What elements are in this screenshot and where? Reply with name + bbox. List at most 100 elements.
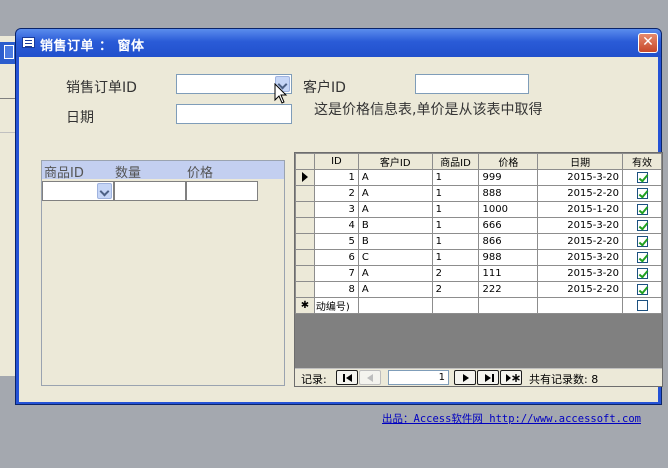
checkbox[interactable] <box>636 187 648 199</box>
cell-product[interactable]: 1 <box>431 233 480 250</box>
cell-product[interactable] <box>431 297 480 314</box>
table-row[interactable]: 2 A 1 888 2015-2-20 <box>295 185 662 202</box>
column-header-id[interactable]: ID <box>313 153 359 170</box>
cell-price[interactable]: 1000 <box>478 201 539 218</box>
cell-id[interactable]: 3 <box>313 201 359 218</box>
cell-valid[interactable] <box>622 297 662 314</box>
cell-valid[interactable] <box>622 233 662 250</box>
cell-valid[interactable] <box>622 217 662 234</box>
row-selector[interactable] <box>295 217 315 234</box>
cell-price[interactable]: 111 <box>478 265 539 282</box>
cell-product[interactable]: 1 <box>431 217 480 234</box>
checkbox[interactable] <box>636 203 648 215</box>
cell-id[interactable]: 4 <box>313 217 359 234</box>
last-record-button[interactable] <box>477 370 499 385</box>
row-selector[interactable]: ✱ <box>295 297 315 314</box>
detail-product-combobox[interactable] <box>42 181 114 201</box>
column-header-product-id[interactable]: 商品ID <box>431 153 480 170</box>
cell-customer[interactable]: A <box>357 201 433 218</box>
row-selector[interactable] <box>295 265 315 282</box>
checkbox[interactable] <box>636 267 648 279</box>
row-selector-header[interactable] <box>295 153 315 170</box>
cell-customer[interactable]: A <box>357 169 433 186</box>
cell-customer[interactable]: B <box>357 233 433 250</box>
checkbox[interactable] <box>636 251 648 263</box>
table-row[interactable]: 7 A 2 111 2015-3-20 <box>295 265 662 282</box>
checkbox[interactable] <box>636 219 648 231</box>
customer-id-field[interactable] <box>415 74 529 94</box>
table-row[interactable]: 3 A 1 1000 2015-1-20 <box>295 201 662 218</box>
cell-date[interactable]: 2015-2-20 <box>537 233 624 250</box>
cell-product[interactable]: 2 <box>431 265 480 282</box>
detail-price-field[interactable] <box>186 181 258 201</box>
checkbox[interactable] <box>636 171 648 183</box>
new-record-button[interactable] <box>500 370 522 385</box>
cell-id[interactable]: 8 <box>313 281 359 298</box>
cell-price[interactable]: 888 <box>478 185 539 202</box>
cell-id[interactable]: 1 <box>313 169 359 186</box>
checkbox[interactable] <box>636 299 648 311</box>
new-record-row[interactable]: ✱ 动编号) <box>295 297 662 314</box>
cell-id[interactable]: 5 <box>313 233 359 250</box>
cell-price[interactable]: 988 <box>478 249 539 266</box>
row-selector[interactable] <box>295 249 315 266</box>
cell-date[interactable]: 2015-3-20 <box>537 169 624 186</box>
cell-product[interactable]: 1 <box>431 185 480 202</box>
cell-product[interactable]: 1 <box>431 201 480 218</box>
close-button[interactable]: ✕ <box>638 33 658 53</box>
cell-price[interactable]: 866 <box>478 233 539 250</box>
cell-date[interactable]: 2015-1-20 <box>537 201 624 218</box>
cell-product[interactable]: 2 <box>431 281 480 298</box>
checkbox[interactable] <box>636 283 648 295</box>
cell-customer[interactable]: A <box>357 185 433 202</box>
cell-date[interactable]: 2015-3-20 <box>537 265 624 282</box>
chevron-down-icon[interactable] <box>97 183 112 199</box>
cell-date[interactable] <box>537 297 624 314</box>
cell-id[interactable]: 6 <box>313 249 359 266</box>
cell-product[interactable]: 1 <box>431 169 480 186</box>
row-selector[interactable] <box>295 281 315 298</box>
previous-record-button[interactable] <box>359 370 381 385</box>
cell-date[interactable]: 2015-3-20 <box>537 217 624 234</box>
cell-price[interactable]: 666 <box>478 217 539 234</box>
cell-valid[interactable] <box>622 169 662 186</box>
column-header-date[interactable]: 日期 <box>537 153 624 170</box>
checkbox[interactable] <box>636 235 648 247</box>
cell-date[interactable]: 2015-2-20 <box>537 281 624 298</box>
detail-quantity-field[interactable] <box>114 181 186 201</box>
first-record-button[interactable] <box>336 370 358 385</box>
date-field[interactable] <box>176 104 292 124</box>
cell-date[interactable]: 2015-3-20 <box>537 249 624 266</box>
table-row[interactable]: 4 B 1 666 2015-3-20 <box>295 217 662 234</box>
cell-date[interactable]: 2015-2-20 <box>537 185 624 202</box>
row-selector[interactable] <box>295 185 315 202</box>
cell-id[interactable]: 2 <box>313 185 359 202</box>
cell-valid[interactable] <box>622 185 662 202</box>
next-record-button[interactable] <box>454 370 476 385</box>
cell-valid[interactable] <box>622 249 662 266</box>
row-selector[interactable] <box>295 233 315 250</box>
current-record-field[interactable]: 1 <box>388 370 449 385</box>
cell-valid[interactable] <box>622 201 662 218</box>
cell-customer[interactable]: A <box>357 281 433 298</box>
table-row[interactable]: 5 B 1 866 2015-2-20 <box>295 233 662 250</box>
table-row[interactable]: 1 A 1 999 2015-3-20 <box>295 169 662 186</box>
cell-customer[interactable]: B <box>357 217 433 234</box>
cell-price[interactable]: 999 <box>478 169 539 186</box>
row-selector[interactable] <box>295 169 315 186</box>
cell-valid[interactable] <box>622 265 662 282</box>
row-selector[interactable] <box>295 201 315 218</box>
cell-customer[interactable] <box>357 297 433 314</box>
cell-price[interactable] <box>478 297 539 314</box>
cell-id[interactable]: 动编号) <box>313 297 359 314</box>
cell-customer[interactable]: C <box>357 249 433 266</box>
cell-id[interactable]: 7 <box>313 265 359 282</box>
cell-product[interactable]: 1 <box>431 249 480 266</box>
column-header-customer-id[interactable]: 客户ID <box>357 153 433 170</box>
cell-valid[interactable] <box>622 281 662 298</box>
cell-customer[interactable]: A <box>357 265 433 282</box>
column-header-valid[interactable]: 有效 <box>622 153 662 170</box>
table-row[interactable]: 8 A 2 222 2015-2-20 <box>295 281 662 298</box>
cell-price[interactable]: 222 <box>478 281 539 298</box>
table-row[interactable]: 6 C 1 988 2015-3-20 <box>295 249 662 266</box>
